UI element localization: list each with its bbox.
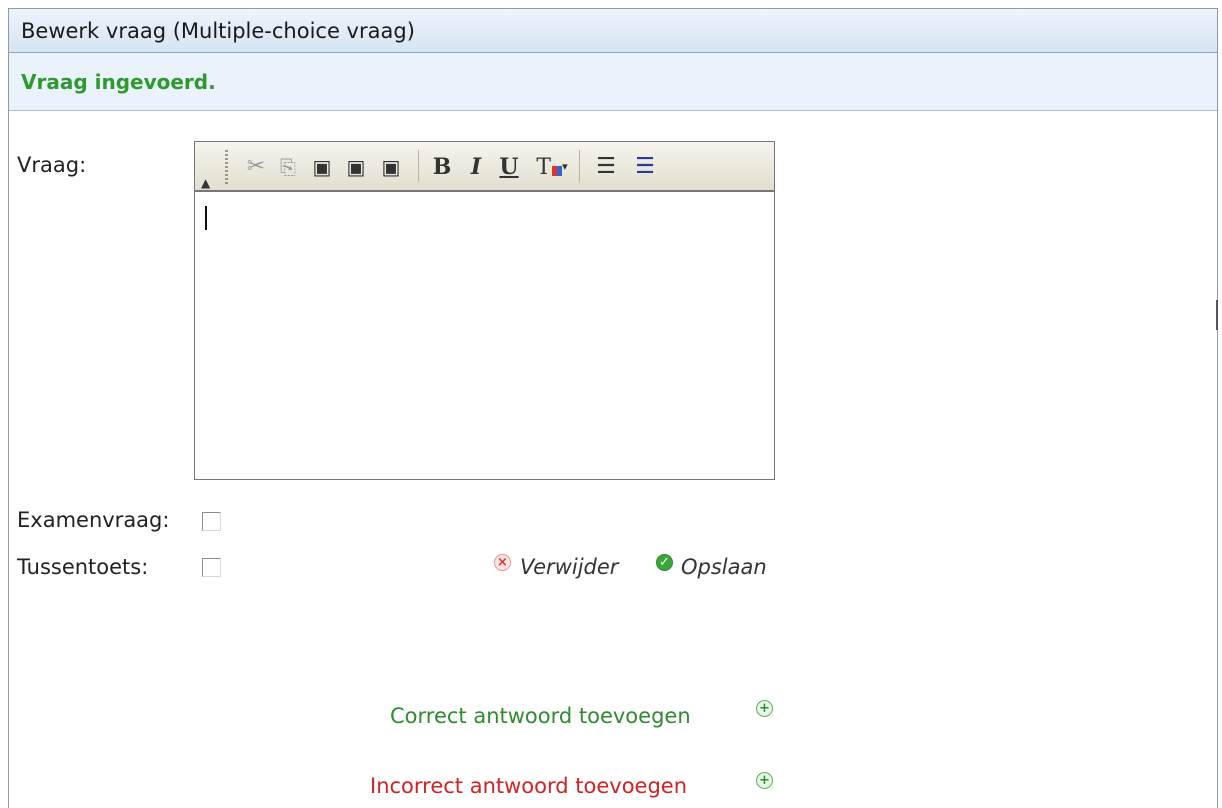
text-color-icon[interactable]: T ▾ [531, 153, 573, 181]
toolbar-separator [418, 150, 419, 182]
delete-button[interactable]: Verwijder [520, 555, 618, 579]
question-label: Vraag: [17, 153, 87, 177]
collapse-triangle-icon[interactable]: ▲ [201, 176, 210, 190]
page-scrollbar[interactable] [1216, 300, 1218, 330]
status-message: Vraag ingevoerd. [9, 53, 1217, 111]
save-check-icon[interactable]: ✓ [656, 554, 673, 571]
midterm-checkbox[interactable] [202, 558, 221, 577]
paste-word-icon[interactable]: ▣ [375, 153, 407, 181]
bullet-list-icon[interactable]: ☰ [630, 153, 660, 181]
panel-title: Bewerk vraag (Multiple-choice vraag) [9, 9, 1217, 53]
toolbar-grip [225, 150, 228, 184]
exam-question-checkbox[interactable] [202, 512, 221, 531]
midterm-label: Tussentoets: [17, 555, 149, 579]
toolbar-separator [579, 150, 580, 182]
numbered-list-icon[interactable]: ☰ [591, 153, 621, 181]
editor-body[interactable] [195, 192, 774, 477]
paste-icon[interactable]: ▣ [307, 153, 337, 181]
underline-icon[interactable]: U [496, 153, 522, 181]
paste-text-icon[interactable]: ▣ [341, 153, 371, 181]
add-incorrect-answer-link[interactable]: Incorrect antwoord toevoegen [370, 774, 687, 798]
copy-icon[interactable]: ⎘ [275, 153, 301, 181]
bold-icon[interactable]: B [429, 153, 455, 181]
question-editor[interactable]: ▲ ✂ ⎘ ▣ ▣ ▣ B I U T ▾ ☰ ☰ [194, 141, 775, 480]
add-correct-plus-icon[interactable]: + [756, 700, 773, 717]
cut-icon[interactable]: ✂ [243, 153, 269, 181]
add-correct-answer-link[interactable]: Correct antwoord toevoegen [390, 704, 691, 728]
save-button[interactable]: Opslaan [681, 555, 767, 579]
editor-toolbar: ▲ ✂ ⎘ ▣ ▣ ▣ B I U T ▾ ☰ ☰ [195, 142, 774, 192]
text-caret [205, 206, 207, 230]
italic-icon[interactable]: I [463, 153, 489, 181]
exam-question-label: Examenvraag: [17, 508, 170, 532]
add-incorrect-plus-icon[interactable]: + [756, 772, 773, 789]
delete-icon[interactable]: × [494, 554, 511, 571]
